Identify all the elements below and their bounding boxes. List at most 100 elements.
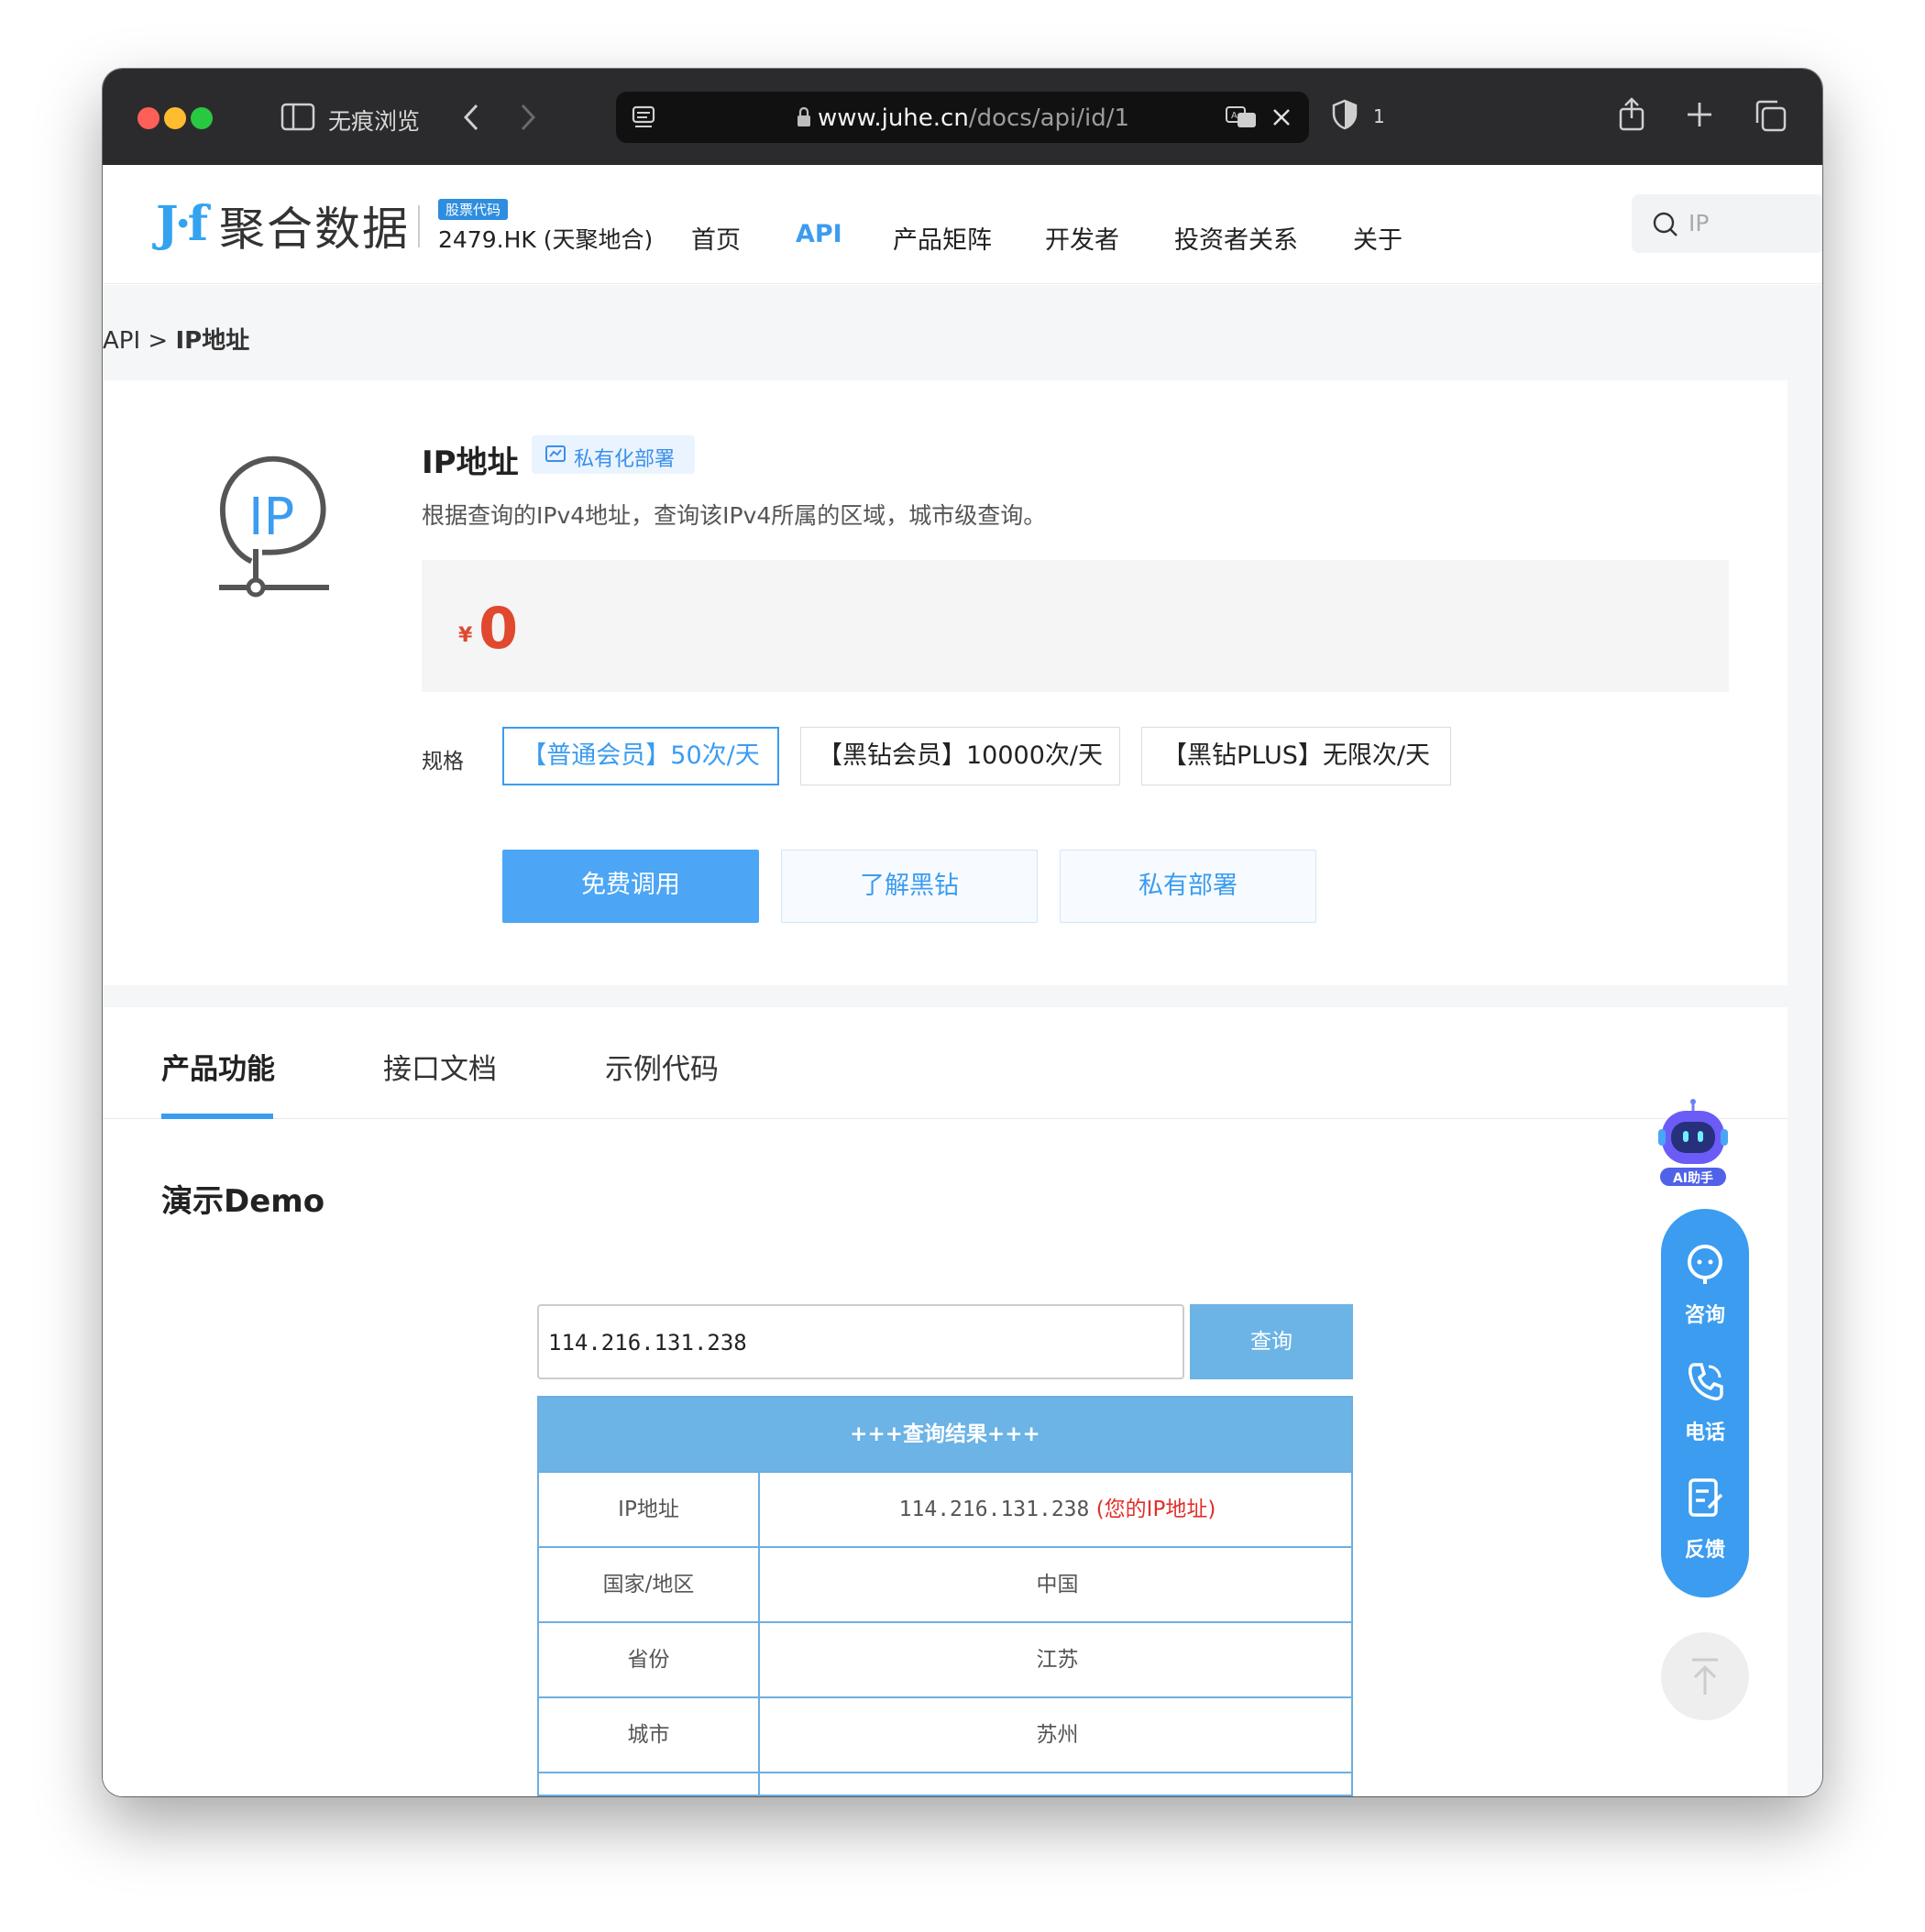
zoom-window-button[interactable]: [191, 107, 213, 129]
ip-location-icon: IP: [219, 456, 329, 598]
ip-value: 114.216.131.238: [898, 1498, 1090, 1521]
breadcrumb-root[interactable]: API: [103, 327, 140, 355]
ip-query-value: 114.216.131.238: [548, 1330, 747, 1356]
url-host: www.juhe.cn: [817, 104, 969, 132]
table-row: 省份 江苏: [539, 1621, 1351, 1696]
table-row: [539, 1772, 1351, 1795]
feedback-label: 反馈: [1684, 1539, 1725, 1562]
new-tab-icon[interactable]: [1685, 100, 1714, 133]
address-bar[interactable]: www.juhe.cn/docs/api/id/1 A: [616, 92, 1309, 143]
shield-count: 1: [1373, 105, 1385, 127]
spec-label: 规格: [422, 750, 464, 774]
deploy-icon: [545, 445, 566, 462]
close-tab-icon[interactable]: [1270, 106, 1292, 132]
spec-option-normal[interactable]: 【普通会员】50次/天: [502, 727, 779, 785]
phone-button[interactable]: 电话: [1661, 1359, 1749, 1451]
ip-query-input[interactable]: 114.216.131.238: [537, 1304, 1184, 1379]
tab-overview-icon[interactable]: [1753, 98, 1788, 137]
consult-button[interactable]: 咨询: [1661, 1242, 1749, 1334]
active-tab-indicator: [161, 1114, 273, 1119]
demo-title: 演示Demo: [161, 1183, 325, 1220]
translate-icon[interactable]: A: [1225, 104, 1260, 134]
lock-icon: [797, 106, 810, 126]
your-ip-note: (您的IP地址): [1095, 1498, 1216, 1521]
product-description: 根据查询的IPv4地址，查询该IPv4所属的区域，城市级查询。: [422, 502, 1047, 529]
row-key: 城市: [539, 1698, 760, 1772]
breadcrumb: API > IP地址: [103, 322, 249, 356]
nav-home[interactable]: 首页: [691, 220, 741, 256]
price-box: ¥ 0: [422, 560, 1729, 692]
row-key: IP地址: [539, 1473, 760, 1546]
breadcrumb-current: IP地址: [175, 327, 250, 355]
url-text: www.juhe.cn/docs/api/id/1: [616, 104, 1309, 132]
nav-api[interactable]: API: [796, 220, 842, 248]
breadcrumb-separator: >: [148, 327, 169, 355]
product-card: IP IP地址 私有化部署 根据查询的IPv4地址，查询该IPv4所属的区域，城…: [103, 380, 1788, 985]
site-logo-text[interactable]: 聚合数据: [219, 192, 410, 258]
site-search-input[interactable]: IP: [1632, 194, 1822, 253]
site-header: J·f 聚合数据 股票代码 2479.HK (天聚地合) 首页 API 产品矩阵…: [103, 165, 1822, 284]
row-key: 国家/地区: [539, 1548, 760, 1621]
browser-window: 无痕浏览 www.juhe.cn/docs/api/id/1 A 1 J·f 聚…: [103, 69, 1822, 1796]
privacy-shield-icon[interactable]: [1331, 98, 1358, 135]
row-value: 114.216.131.238 (您的IP地址): [762, 1473, 1351, 1546]
share-icon[interactable]: [1617, 96, 1646, 137]
page-content: API > IP地址 IP IP地址 私有化部署 根据查询的IPv4地址，查询该…: [103, 285, 1822, 1796]
browser-toolbar: 无痕浏览 www.juhe.cn/docs/api/id/1 A 1: [103, 69, 1822, 165]
back-to-top-button[interactable]: [1661, 1632, 1749, 1720]
row-key: 省份: [539, 1623, 760, 1696]
url-path: /docs/api/id/1: [968, 104, 1130, 132]
private-deploy-tag-label: 私有化部署: [574, 448, 676, 471]
ai-assistant-button[interactable]: AI助手: [1655, 1098, 1732, 1190]
row-value: 苏州: [1036, 1723, 1079, 1747]
logo-divider: [418, 205, 420, 247]
nav-investor-relations[interactable]: 投资者关系: [1174, 220, 1298, 256]
tab-sample-code[interactable]: 示例代码: [605, 1046, 719, 1087]
learn-black-diamond-button[interactable]: 了解黑钻: [781, 850, 1038, 923]
headset-icon: [1688, 1245, 1722, 1284]
search-placeholder: IP: [1688, 210, 1710, 236]
query-button[interactable]: 查询: [1190, 1304, 1353, 1379]
private-deploy-tag[interactable]: 私有化部署: [532, 435, 695, 474]
table-row: 国家/地区 中国: [539, 1546, 1351, 1621]
search-icon: [1653, 212, 1678, 236]
svg-text:A: A: [1231, 111, 1238, 121]
nav-product-matrix[interactable]: 产品矩阵: [893, 220, 992, 256]
result-table: +++查询结果+++ IP地址 114.216.131.238 (您的IP地址)…: [537, 1396, 1353, 1796]
sidebar-toggle-icon[interactable]: [280, 102, 317, 137]
floating-contact-bar: 咨询 电话 反馈: [1661, 1209, 1749, 1597]
row-value: 江苏: [1036, 1648, 1079, 1672]
table-row: 城市 苏州: [539, 1696, 1351, 1772]
feedback-icon: [1688, 1478, 1723, 1517]
forward-icon[interactable]: [517, 100, 539, 138]
nav-about[interactable]: 关于: [1353, 220, 1402, 256]
juhe-logo-mark[interactable]: J·f: [156, 196, 208, 252]
private-browsing-label: 无痕浏览: [328, 108, 421, 135]
detail-card: 产品功能 接口文档 示例代码 演示Demo 114.216.131.238 查询…: [103, 1007, 1788, 1796]
back-icon[interactable]: [460, 100, 482, 138]
spec-option-black-diamond-plus[interactable]: 【黑钻PLUS】无限次/天: [1141, 727, 1451, 785]
tab-product-features[interactable]: 产品功能: [161, 1046, 275, 1087]
ai-assistant-label: AI助手: [1672, 1171, 1714, 1186]
result-table-header: +++查询结果+++: [539, 1398, 1351, 1471]
tab-bar: 产品功能 接口文档 示例代码: [103, 1007, 1788, 1119]
private-deploy-button[interactable]: 私有部署: [1060, 850, 1316, 923]
phone-label: 电话: [1684, 1422, 1725, 1444]
price-value: 0: [478, 595, 519, 662]
product-title: IP地址: [422, 445, 519, 481]
row-value: 中国: [1036, 1573, 1079, 1597]
minimize-window-button[interactable]: [164, 107, 186, 129]
feedback-button[interactable]: 反馈: [1661, 1476, 1749, 1568]
arrow-up-icon: [1692, 1658, 1718, 1695]
stock-badge: 股票代码: [438, 199, 509, 220]
free-call-button[interactable]: 免费调用: [502, 850, 759, 923]
phone-icon: [1688, 1363, 1723, 1400]
row-key: [539, 1773, 760, 1795]
table-row: IP地址 114.216.131.238 (您的IP地址): [539, 1471, 1351, 1546]
nav-developer[interactable]: 开发者: [1045, 220, 1119, 256]
currency-symbol: ¥: [458, 624, 473, 647]
stock-code: 2479.HK (天聚地合): [438, 226, 654, 253]
tab-api-docs[interactable]: 接口文档: [383, 1046, 497, 1087]
spec-option-black-diamond[interactable]: 【黑钻会员】10000次/天: [800, 727, 1120, 785]
close-window-button[interactable]: [138, 107, 160, 129]
